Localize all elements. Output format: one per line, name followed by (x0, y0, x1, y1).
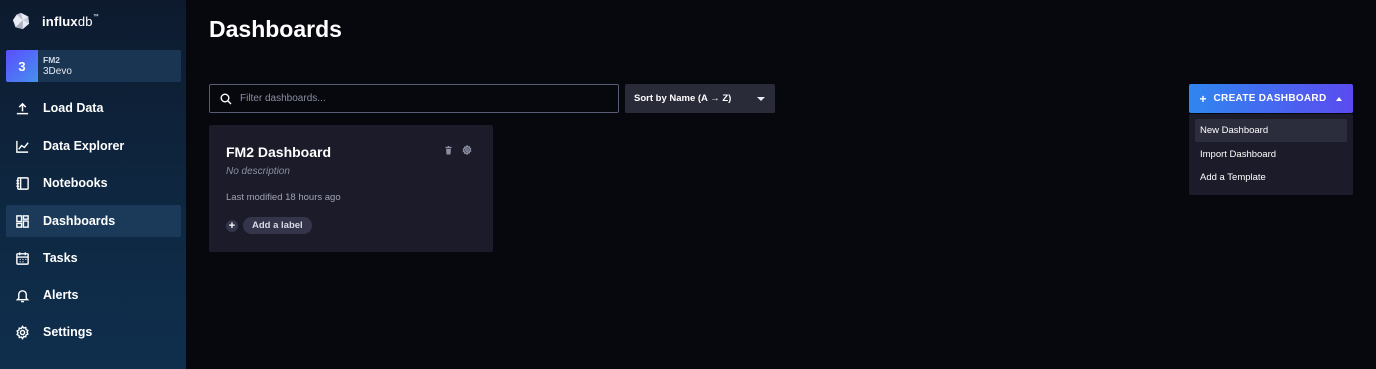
caret-down-icon (757, 96, 765, 101)
sidebar-item-data-explorer[interactable]: Data Explorer (6, 130, 181, 162)
sidebar-item-dashboards[interactable]: Dashboards (6, 205, 181, 237)
gear-icon[interactable] (462, 145, 472, 155)
create-dashboard-menu: New Dashboard Import Dashboard Add a Tem… (1189, 114, 1353, 195)
filter-dashboards-input[interactable] (240, 93, 600, 104)
org-user: 3Devo (43, 66, 72, 77)
dashboards-icon (14, 213, 30, 229)
add-label-button[interactable]: Add a label (243, 217, 312, 234)
dashboard-card-title[interactable]: FM2 Dashboard (226, 144, 331, 160)
brand-name: influxdb™ (42, 13, 99, 29)
sidebar-item-label: Notebooks (43, 176, 108, 190)
notebook-icon (14, 175, 30, 191)
gear-icon (14, 324, 30, 340)
sidebar-item-label: Tasks (43, 251, 78, 265)
page-title: Dashboards (209, 16, 342, 42)
sidebar-item-load-data[interactable]: Load Data (6, 92, 181, 124)
dashboard-card-description[interactable]: No description (226, 166, 290, 177)
brand[interactable]: influxdb™ (12, 10, 99, 32)
sort-dropdown[interactable]: Sort by Name (A → Z) (625, 84, 775, 113)
sidebar-item-label: Dashboards (43, 214, 116, 228)
dashboard-card: FM2 Dashboard No description Last modifi… (209, 125, 493, 252)
create-dashboard-button[interactable]: + CREATE DASHBOARD (1189, 84, 1353, 113)
sidebar-item-settings[interactable]: Settings (6, 316, 181, 348)
menu-item-add-template[interactable]: Add a Template (1195, 166, 1347, 189)
create-dashboard-label: CREATE DASHBOARD (1213, 93, 1327, 104)
sidebar-item-label: Load Data (43, 101, 104, 115)
calendar-icon (14, 250, 30, 266)
sort-label: Sort by Name (A → Z) (634, 93, 732, 104)
menu-item-import-dashboard[interactable]: Import Dashboard (1195, 143, 1347, 166)
caret-up-icon (1336, 96, 1343, 101)
org-avatar: 3 (6, 50, 38, 82)
org-name: FM2 (43, 55, 60, 65)
org-switcher[interactable]: 3 FM2 3Devo (6, 50, 181, 82)
search-icon (220, 93, 232, 104)
add-label-plus-icon[interactable]: + (226, 219, 238, 232)
filter-dashboards[interactable] (209, 84, 619, 113)
sidebar-item-label: Data Explorer (43, 139, 125, 153)
bell-icon (14, 287, 30, 303)
sidebar-item-label: Alerts (43, 288, 79, 302)
plus-icon: + (1199, 91, 1207, 106)
sidebar-item-label: Settings (43, 325, 93, 339)
graph-icon (14, 138, 30, 154)
sidebar: influxdb™ 3 FM2 3Devo Load Data Data Exp… (0, 0, 186, 369)
sidebar-item-alerts[interactable]: Alerts (6, 279, 181, 311)
trash-icon[interactable] (443, 145, 453, 155)
dashboard-card-modified: Last modified 18 hours ago (226, 192, 341, 203)
menu-item-new-dashboard[interactable]: New Dashboard (1195, 119, 1347, 142)
sidebar-item-tasks[interactable]: Tasks (6, 242, 181, 274)
influxdb-logo-icon (12, 12, 30, 30)
upload-icon (14, 100, 30, 116)
sidebar-item-notebooks[interactable]: Notebooks (6, 167, 181, 199)
